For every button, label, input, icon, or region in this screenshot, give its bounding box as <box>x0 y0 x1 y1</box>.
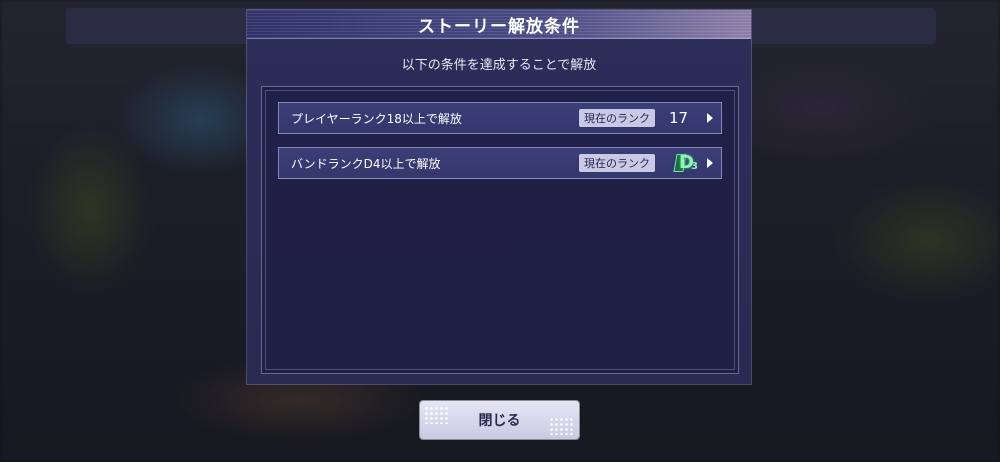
condition-row-band-rank[interactable]: バンドランクD4以上で解放 現在のランク D 3 <box>278 147 722 179</box>
dialog-title: ストーリー解放条件 <box>418 16 580 37</box>
condition-row-player-rank[interactable]: プレイヤーランク18以上で解放 現在のランク 17 <box>278 102 722 134</box>
button-dots-decoration <box>424 406 450 424</box>
close-button[interactable]: 閉じる <box>420 401 579 439</box>
condition-text: プレイヤーランク18以上で解放 <box>291 111 462 126</box>
current-rank-label: 現在のランク <box>579 109 655 127</box>
chevron-right-icon <box>707 113 713 123</box>
band-rank-badge-icon: D 3 <box>669 151 703 175</box>
conditions-panel: プレイヤーランク18以上で解放 現在のランク 17 バンドランクD4以上で解放 … <box>261 86 739 374</box>
current-rank-value: 17 <box>669 109 689 127</box>
dialog-header: ストーリー解放条件 <box>247 10 751 39</box>
story-unlock-dialog: ストーリー解放条件 以下の条件を達成することで解放 プレイヤーランク18以上で解… <box>247 10 751 384</box>
rank-level: 3 <box>691 161 698 172</box>
chevron-right-icon <box>707 158 713 168</box>
close-button-label: 閉じる <box>478 413 521 429</box>
condition-text: バンドランクD4以上で解放 <box>291 156 441 171</box>
button-dots-decoration <box>549 417 575 435</box>
current-rank-label: 現在のランク <box>579 154 655 172</box>
dialog-subtitle: 以下の条件を達成することで解放 <box>401 58 597 73</box>
